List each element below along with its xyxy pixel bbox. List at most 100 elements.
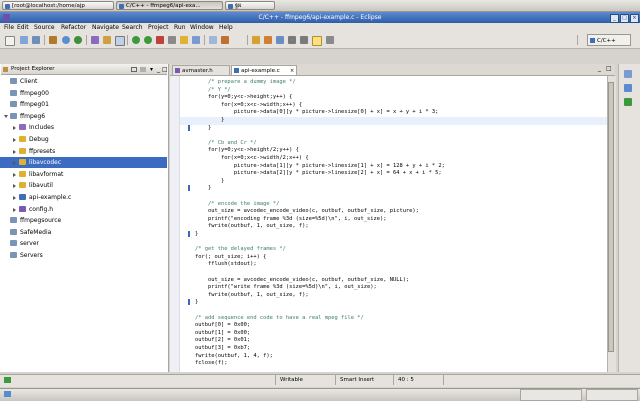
tree-item[interactable]: Debug xyxy=(0,134,167,145)
expand-closed-icon[interactable] xyxy=(13,138,16,142)
tree-item[interactable]: Includes xyxy=(0,122,167,133)
tree-item[interactable]: SafeMedia xyxy=(0,227,167,238)
tree-item-label: libavcodec xyxy=(29,159,62,167)
tree-item[interactable]: ffmpeg6 xyxy=(0,111,167,122)
close-icon[interactable]: × xyxy=(630,14,639,23)
expand-closed-icon[interactable] xyxy=(13,149,16,154)
toolbar-separator xyxy=(86,35,87,45)
minimize-editor-icon[interactable]: _ xyxy=(598,65,601,72)
status-empty xyxy=(443,375,640,385)
code-line: fwrite(outbuf, 1, out_size, f); xyxy=(182,223,309,230)
toggle-mark-icon[interactable] xyxy=(192,36,200,44)
build-icon[interactable] xyxy=(49,36,57,44)
bookmark-icon[interactable] xyxy=(221,36,229,44)
code-line: fflush(stdout); xyxy=(182,261,257,268)
menu-run[interactable]: Run xyxy=(174,23,186,32)
tree-item[interactable]: libavcodec xyxy=(0,157,167,169)
maximize-editor-icon[interactable]: □ xyxy=(606,65,612,72)
next-annotation-icon[interactable] xyxy=(252,36,260,44)
menu-source[interactable]: Source xyxy=(34,23,55,32)
project-icon xyxy=(10,228,17,235)
menu-refactor[interactable]: Refactor xyxy=(61,23,86,32)
menu-search[interactable]: Search xyxy=(122,23,143,32)
menu-project[interactable]: Project xyxy=(148,23,169,32)
view-menu-icon[interactable]: ▾ xyxy=(150,66,153,73)
new-icon[interactable] xyxy=(5,36,15,46)
tray-clock xyxy=(586,389,638,401)
taskbar-item-other[interactable]: ฐผ xyxy=(225,1,275,10)
show-desktop-icon[interactable] xyxy=(4,391,11,397)
tree-item[interactable]: api-example.c xyxy=(0,192,167,203)
new-class-icon[interactable] xyxy=(74,36,82,44)
tree-item[interactable]: Servers xyxy=(0,250,167,261)
editor-ruler xyxy=(170,76,180,372)
debug-run-icon[interactable] xyxy=(132,36,140,44)
expand-closed-icon[interactable] xyxy=(13,196,16,200)
close-tab-icon[interactable]: × xyxy=(290,66,294,76)
tree-item[interactable]: ffmpeg00 xyxy=(0,88,167,99)
menu-window[interactable]: Window xyxy=(190,23,214,32)
maximize-icon[interactable]: □ xyxy=(620,14,629,23)
run-icon[interactable] xyxy=(144,36,152,44)
minimize-view-icon[interactable]: _ xyxy=(157,66,160,73)
tree-item[interactable]: server xyxy=(0,238,167,249)
expand-closed-icon[interactable] xyxy=(13,172,16,177)
link-editor-icon[interactable] xyxy=(140,67,146,72)
search-icon[interactable] xyxy=(103,36,111,44)
menu-file[interactable]: File xyxy=(4,23,14,32)
tab-avmaster-h[interactable]: avmaster.h xyxy=(172,65,230,75)
problems-view-icon[interactable] xyxy=(624,98,632,106)
outline-view-icon[interactable] xyxy=(624,70,632,78)
menu-edit[interactable]: Edit xyxy=(17,23,29,32)
open-element-icon[interactable] xyxy=(180,36,188,44)
highlight-toggle-icon[interactable] xyxy=(312,36,322,46)
debug-icon[interactable] xyxy=(91,36,99,44)
run-history-icon[interactable] xyxy=(115,36,125,46)
taskbar-item-terminal[interactable]: [root@localhost:/home/ajp xyxy=(2,1,114,10)
project-icon xyxy=(10,252,17,258)
tab-api-example-c[interactable]: api-example.c × xyxy=(231,65,297,75)
menu-navigate[interactable]: Navigate xyxy=(92,23,119,32)
perspective-switcher[interactable]: C/C++ xyxy=(587,34,631,46)
minimize-icon[interactable]: _ xyxy=(610,14,619,23)
save-icon[interactable] xyxy=(20,36,28,44)
toolbar-separator xyxy=(577,35,578,45)
maximize-view-icon[interactable]: □ xyxy=(162,66,168,73)
scrollbar-thumb[interactable] xyxy=(608,82,614,352)
make-targets-icon[interactable] xyxy=(624,84,632,92)
code-line: } xyxy=(182,299,199,306)
toolbar-separator xyxy=(247,35,248,45)
last-edit-icon[interactable] xyxy=(276,36,284,44)
expand-closed-icon[interactable] xyxy=(13,161,16,166)
arrow-icon[interactable] xyxy=(326,36,334,44)
prev-annotation-icon[interactable] xyxy=(264,36,272,44)
expand-closed-icon[interactable] xyxy=(13,207,16,212)
back-icon[interactable] xyxy=(288,36,296,44)
tree-item-label: ffmpeg00 xyxy=(20,89,49,97)
new-c-project-icon[interactable] xyxy=(62,36,70,44)
print-icon[interactable] xyxy=(32,36,40,44)
taskbar-item-eclipse[interactable]: C/C++ - ffmpeg6/api-exa... xyxy=(116,1,223,10)
line-marker xyxy=(188,124,190,131)
annotation-icon[interactable] xyxy=(209,36,217,44)
tree-item[interactable]: ffmpegsource xyxy=(0,215,167,226)
forward-icon[interactable] xyxy=(300,36,308,44)
external-tools-icon[interactable] xyxy=(156,36,164,44)
tree-item-label: Debug xyxy=(29,136,49,143)
expand-open-icon[interactable] xyxy=(4,114,8,118)
expand-closed-icon[interactable] xyxy=(13,184,16,189)
fast-view-icon[interactable] xyxy=(4,377,11,383)
tree-item-label: SafeMedia xyxy=(20,228,52,236)
expand-closed-icon[interactable] xyxy=(13,126,16,131)
status-insert-mode: Smart Insert xyxy=(335,375,393,385)
tree-item-label: ffmpegsource xyxy=(20,217,62,225)
tree-item[interactable]: libavformat xyxy=(0,169,167,180)
tree-item[interactable]: Client xyxy=(0,76,167,87)
open-type-icon[interactable] xyxy=(168,36,176,44)
tree-item[interactable]: libavutil xyxy=(0,180,167,191)
tree-item[interactable]: ffmpeg01 xyxy=(0,99,167,110)
collapse-all-icon[interactable] xyxy=(131,67,137,72)
tree-item[interactable]: ffpresets xyxy=(0,146,167,157)
tree-item[interactable]: config.h xyxy=(0,204,167,215)
menu-help[interactable]: Help xyxy=(219,23,233,32)
